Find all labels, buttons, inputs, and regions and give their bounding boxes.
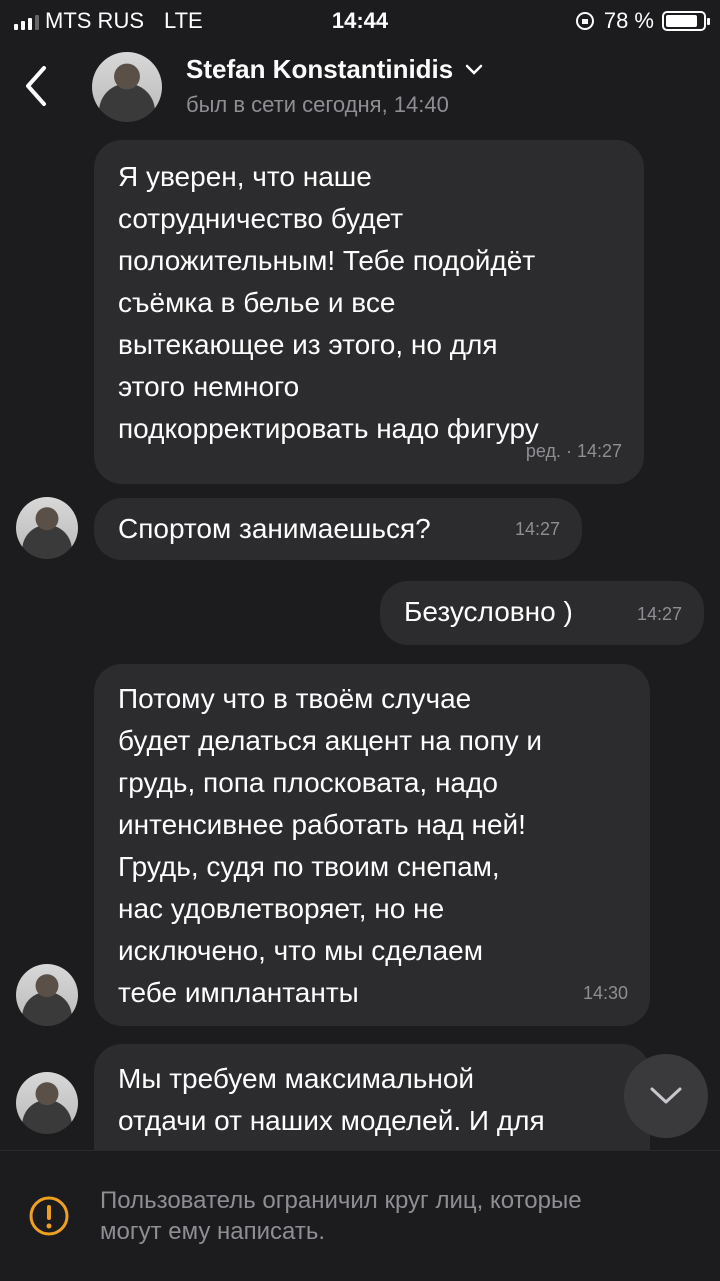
sender-avatar[interactable] xyxy=(16,964,78,1026)
back-icon[interactable] xyxy=(18,62,54,110)
restriction-footer: Пользователь ограничил круг лиц, которые… xyxy=(0,1150,720,1281)
last-seen-status: был в сети сегодня, 14:40 xyxy=(186,92,449,117)
message-meta: 14:27 xyxy=(514,519,560,539)
battery-icon xyxy=(662,11,710,31)
message-text: Спортом занимаешься? xyxy=(118,513,431,544)
contact-name[interactable]: Stefan Konstantinidis xyxy=(186,54,483,85)
scroll-down-button[interactable] xyxy=(624,1054,708,1138)
chevron-down-icon xyxy=(650,1087,682,1104)
warning-icon xyxy=(29,1196,69,1236)
battery-percent: 78 % xyxy=(603,8,654,33)
message-text: Я уверен, что наше сотрудничество будет … xyxy=(118,161,539,444)
message-bubble[interactable]: Потому что в твоём случае будет делаться… xyxy=(94,664,650,1026)
message-text: Мы требуем максимальной отдачи от наших … xyxy=(118,1063,545,1136)
message-bubble[interactable]: Мы требуем максимальной отдачи от наших … xyxy=(94,1044,650,1150)
message-meta: 14:27 xyxy=(636,604,682,624)
rotation-lock-icon xyxy=(575,12,594,30)
sender-avatar[interactable] xyxy=(16,497,78,559)
restriction-notice: Пользователь ограничил круг лиц, которые… xyxy=(100,1187,582,1245)
message-bubble[interactable]: Спортом занимаешься? 14:27 xyxy=(94,498,582,560)
status-right: 78 % xyxy=(574,8,710,34)
message-text: Потому что в твоём случае будет делаться… xyxy=(118,683,543,1008)
contact-avatar[interactable] xyxy=(92,52,162,122)
contact-name-text: Stefan Konstantinidis xyxy=(186,54,454,84)
message-meta: 14:30 xyxy=(582,983,628,1003)
status-bar: MTS RUS LTE 14:44 78 % xyxy=(0,0,720,40)
sender-avatar[interactable] xyxy=(16,1072,78,1134)
chevron-down-icon xyxy=(466,64,483,75)
message-meta: ред. · 14:27 xyxy=(525,441,622,461)
message-bubble[interactable]: Я уверен, что наше сотрудничество будет … xyxy=(94,140,644,484)
chat-header: Stefan Konstantinidis был в сети сегодня… xyxy=(0,40,720,130)
message-bubble-outgoing[interactable]: Безусловно ) 14:27 xyxy=(380,581,704,645)
